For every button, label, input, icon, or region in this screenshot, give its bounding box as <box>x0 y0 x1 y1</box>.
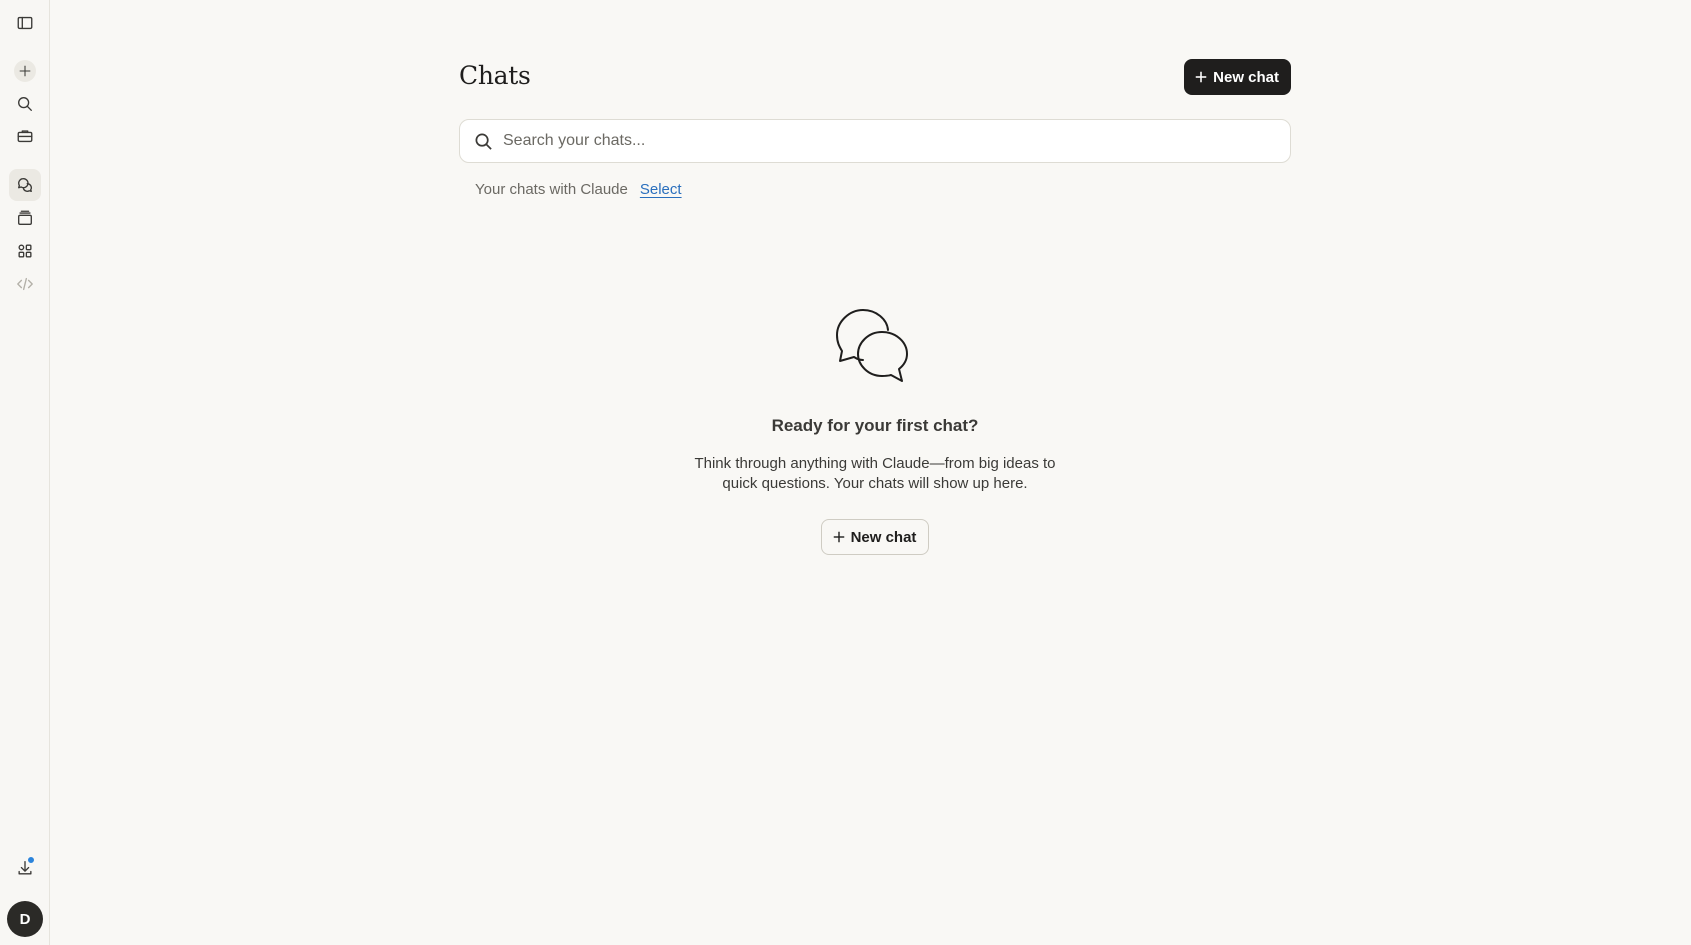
empty-state-new-chat-label: New chat <box>850 528 917 546</box>
artifacts-rail-button[interactable] <box>9 202 41 234</box>
new-chat-button-label: New chat <box>1213 68 1279 86</box>
new-chat-rail-button[interactable] <box>9 55 41 87</box>
sidebar-rail: D <box>0 0 50 945</box>
search-input[interactable] <box>503 132 1263 150</box>
chat-bubbles-icon <box>18 178 32 192</box>
empty-state-title: Ready for your first chat? <box>771 416 979 435</box>
code-rail-button[interactable] <box>9 268 41 300</box>
app: D Chats New chat Your chats with Claude … <box>0 0 1691 945</box>
code-icon <box>17 277 33 291</box>
new-chat-button[interactable]: New chat <box>1184 59 1291 95</box>
page-header: Chats New chat <box>459 59 1291 95</box>
sidebar-toggle-icon <box>17 16 33 30</box>
search-icon <box>475 133 492 150</box>
chats-subline: Your chats with Claude Select <box>475 181 682 198</box>
chats-subline-text: Your chats with Claude <box>475 181 628 198</box>
empty-state-text: Think through anything with Claude—from … <box>694 455 1056 492</box>
projects-rail-button[interactable] <box>9 120 41 152</box>
search-icon <box>18 97 32 111</box>
grid-icon <box>18 244 32 258</box>
briefcase-icon <box>17 130 33 143</box>
plus-icon <box>19 65 31 77</box>
sidebar-toggle-button[interactable] <box>9 7 41 39</box>
plus-icon <box>1195 71 1207 83</box>
select-link[interactable]: Select <box>640 181 682 198</box>
chat-bubbles-icon <box>836 309 908 382</box>
chats-rail-button[interactable] <box>9 169 41 201</box>
avatar[interactable]: D <box>7 901 43 937</box>
empty-state: Ready for your first chat? Think through… <box>459 305 1291 555</box>
page-title: Chats <box>459 61 531 90</box>
plus-icon <box>833 531 844 543</box>
search-bar <box>459 119 1291 163</box>
search-rail-button[interactable] <box>9 88 41 120</box>
empty-state-new-chat-button[interactable]: New chat <box>820 519 930 555</box>
stack-icon <box>18 210 32 225</box>
download-rail-button[interactable] <box>9 852 41 884</box>
notification-dot <box>27 856 35 864</box>
apps-rail-button[interactable] <box>9 235 41 267</box>
